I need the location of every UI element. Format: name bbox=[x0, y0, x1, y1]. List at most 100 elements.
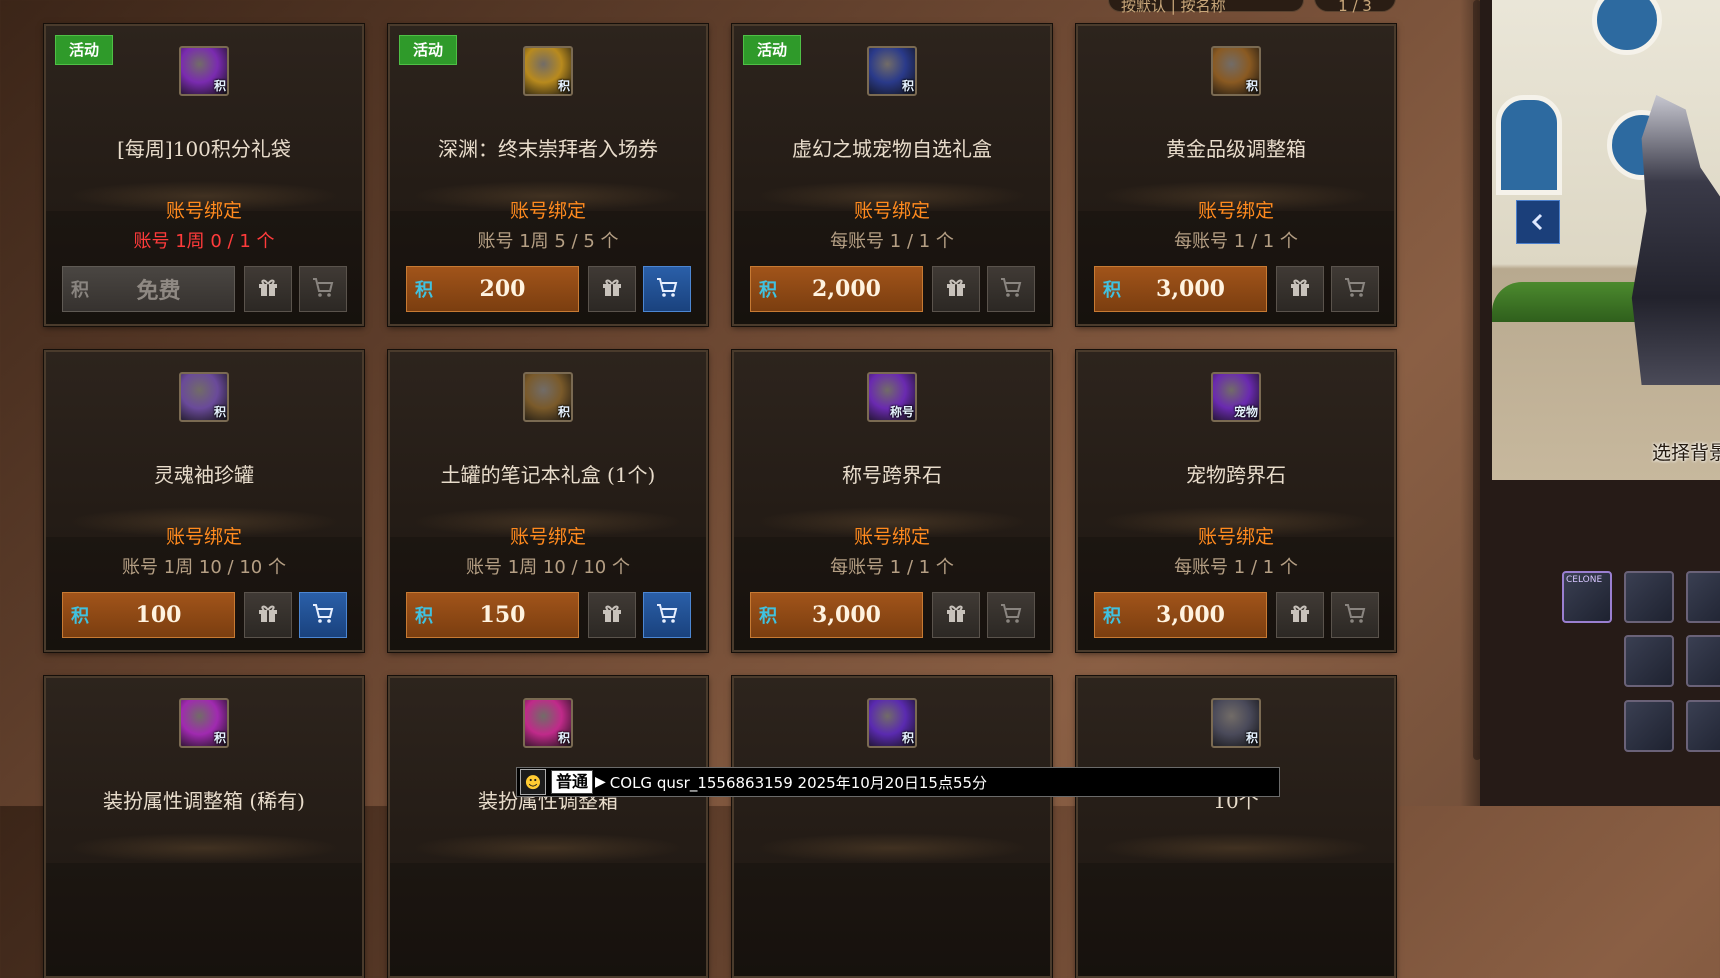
product-card[interactable]: 积装扮属性调整箱 bbox=[388, 676, 708, 978]
item-name: 深渊：终末崇拜者入场券 bbox=[438, 137, 658, 161]
purchase-limit: 每账号 1 / 1 个 bbox=[1174, 557, 1298, 578]
gift-icon bbox=[1288, 275, 1312, 303]
price-value: 3,000 bbox=[1156, 276, 1225, 302]
bind-status: 账号绑定 bbox=[1197, 200, 1274, 222]
background-thumb[interactable] bbox=[1624, 700, 1674, 752]
product-card[interactable]: 积 10个 bbox=[1076, 676, 1396, 978]
points-currency-icon: 积 bbox=[71, 280, 89, 301]
item-icon[interactable]: 积 bbox=[1211, 698, 1261, 748]
product-card[interactable]: 活动积深渊：终末崇拜者入场券 账号绑定 账号 1周 5 / 5 个积 200 bbox=[388, 24, 708, 326]
cart-icon bbox=[311, 601, 335, 629]
item-icon[interactable]: 积 bbox=[179, 46, 229, 96]
gift-icon bbox=[256, 275, 280, 303]
product-card[interactable]: 积土罐的笔记本礼盒 (1个) 账号绑定 账号 1周 10 / 10 个积 150 bbox=[388, 350, 708, 652]
gift-button[interactable] bbox=[588, 592, 636, 638]
card-glow bbox=[1098, 833, 1374, 863]
gift-button[interactable] bbox=[1276, 592, 1324, 638]
item-icon[interactable]: 积 bbox=[523, 698, 573, 748]
item-name: 装扮属性调整箱 (稀有) bbox=[103, 789, 305, 813]
item-icon-badge: 积 bbox=[901, 79, 914, 93]
cart-icon bbox=[1343, 601, 1367, 629]
buy-price-button[interactable]: 积 150 bbox=[406, 592, 579, 638]
item-icon[interactable]: 积 bbox=[523, 372, 573, 422]
background-thumb[interactable] bbox=[1624, 635, 1674, 687]
item-name: 土罐的笔记本礼盒 (1个) bbox=[440, 463, 656, 487]
gift-button[interactable] bbox=[932, 592, 980, 638]
sort-dropdown[interactable]: 按默认 | 按名称 bbox=[1108, 0, 1304, 15]
card-lower bbox=[46, 863, 362, 976]
points-currency-icon: 积 bbox=[415, 606, 433, 627]
buy-price-button[interactable]: 积 3,000 bbox=[1094, 592, 1267, 638]
product-card[interactable]: 积黄金品级调整箱 账号绑定每账号 1 / 1 个积 3,000 bbox=[1076, 24, 1396, 326]
bind-status: 账号绑定 bbox=[1197, 526, 1274, 548]
gift-button[interactable] bbox=[244, 266, 292, 312]
add-to-cart-button[interactable] bbox=[299, 592, 347, 638]
buy-price-button[interactable]: 积 2,000 bbox=[750, 266, 923, 312]
background-thumb[interactable] bbox=[1686, 700, 1720, 752]
item-icon-badge: 积 bbox=[213, 405, 226, 419]
item-icon[interactable]: 积 bbox=[179, 698, 229, 748]
product-card[interactable]: 活动积 [每周]100积分礼袋 账号绑定 账号 1周 0 / 1 个积免费 bbox=[44, 24, 364, 326]
add-to-cart-button[interactable] bbox=[299, 266, 347, 312]
item-icon-badge: 宠物 bbox=[1233, 405, 1258, 419]
gift-button[interactable] bbox=[244, 592, 292, 638]
item-name: 黄金品级调整箱 bbox=[1166, 137, 1306, 161]
card-glow bbox=[754, 833, 1030, 863]
item-icon[interactable]: 积 bbox=[867, 46, 917, 96]
purchase-limit: 每账号 1 / 1 个 bbox=[1174, 231, 1298, 252]
price-value: 3,000 bbox=[1156, 602, 1225, 628]
background-thumb[interactable] bbox=[1686, 635, 1720, 687]
card-glow bbox=[410, 833, 686, 863]
bind-status: 账号绑定 bbox=[165, 526, 242, 548]
chat-message: COLG qusr_1556863159 2025年10月20日15点55分 bbox=[609, 773, 988, 792]
product-card[interactable]: 称号 称号跨界石 账号绑定 每账号 1 / 1 个积 3,000 bbox=[732, 350, 1052, 652]
item-icon[interactable]: 称号 bbox=[867, 372, 917, 422]
cart-icon bbox=[1343, 275, 1367, 303]
gift-icon bbox=[944, 601, 968, 629]
gift-button[interactable] bbox=[932, 266, 980, 312]
gift-icon bbox=[600, 275, 624, 303]
chat-channel[interactable]: 普通 bbox=[551, 770, 594, 794]
buy-price-button[interactable]: 积 3,000 bbox=[750, 592, 923, 638]
product-card[interactable]: 宠物宠物跨界石账号绑定每账号 1 / 1 个积 3,000 bbox=[1076, 350, 1396, 652]
purchase-limit: 账号 1周 10 / 10 个 bbox=[466, 557, 630, 578]
product-card[interactable]: 积 bbox=[732, 676, 1052, 978]
gift-button[interactable] bbox=[1276, 266, 1324, 312]
item-name: 灵魂袖珍罐 bbox=[154, 463, 254, 487]
prev-arrow-button[interactable] bbox=[1516, 200, 1560, 244]
add-to-cart-button[interactable] bbox=[987, 266, 1035, 312]
add-to-cart-button[interactable] bbox=[987, 592, 1035, 638]
background-thumb[interactable] bbox=[1686, 571, 1720, 623]
buy-price-button[interactable]: 积 3,000 bbox=[1094, 266, 1267, 312]
product-card[interactable]: 积装扮属性调整箱 (稀有) bbox=[44, 676, 364, 978]
product-card[interactable]: 积灵魂袖珍罐账号绑定账号 1周 10 / 10 个积 100 bbox=[44, 350, 364, 652]
buy-price-button[interactable]: 积 100 bbox=[62, 592, 235, 638]
item-icon[interactable]: 积 bbox=[523, 46, 573, 96]
purchase-limit: 账号 1周 10 / 10 个 bbox=[122, 557, 286, 578]
buy-price-button[interactable]: 积 免费 bbox=[62, 266, 235, 312]
item-icon[interactable]: 积 bbox=[1211, 46, 1261, 96]
buy-price-button[interactable]: 积 200 bbox=[406, 266, 579, 312]
item-icon[interactable]: 宠物 bbox=[1211, 372, 1261, 422]
select-background-label[interactable]: 选择背景 bbox=[1652, 438, 1720, 465]
gift-button[interactable] bbox=[588, 266, 636, 312]
thumb-label: CELONE bbox=[1566, 575, 1603, 585]
product-card[interactable]: 活动积虚幻之城宠物自选礼盒 账号绑定 每账号 1 / 1 个积 2,000 bbox=[732, 24, 1052, 326]
emoji-icon[interactable]: ☻ bbox=[520, 769, 546, 795]
points-currency-icon: 积 bbox=[1103, 606, 1121, 627]
item-icon[interactable]: 积 bbox=[179, 372, 229, 422]
shop-area: 按默认 | 按名称 1 / 3 活动积 [每周]100积分礼袋 账号绑定 账号 1周 … bbox=[0, 0, 1481, 978]
add-to-cart-button[interactable] bbox=[643, 592, 691, 638]
add-to-cart-button[interactable] bbox=[643, 266, 691, 312]
add-to-cart-button[interactable] bbox=[1331, 266, 1379, 312]
background-thumb[interactable]: CELONE bbox=[1562, 571, 1612, 623]
price-value: 100 bbox=[135, 602, 182, 628]
points-currency-icon: 积 bbox=[759, 280, 777, 301]
event-tag: 活动 bbox=[399, 35, 457, 65]
chat-bar[interactable]: ☻ 普通 ▶ COLG qusr_1556863159 2025年10月20日1… bbox=[516, 767, 1280, 797]
background-thumb[interactable] bbox=[1624, 571, 1674, 623]
item-icon-badge: 积 bbox=[557, 731, 570, 745]
item-name: 宠物跨界石 bbox=[1186, 463, 1286, 487]
item-icon[interactable]: 积 bbox=[867, 698, 917, 748]
add-to-cart-button[interactable] bbox=[1331, 592, 1379, 638]
